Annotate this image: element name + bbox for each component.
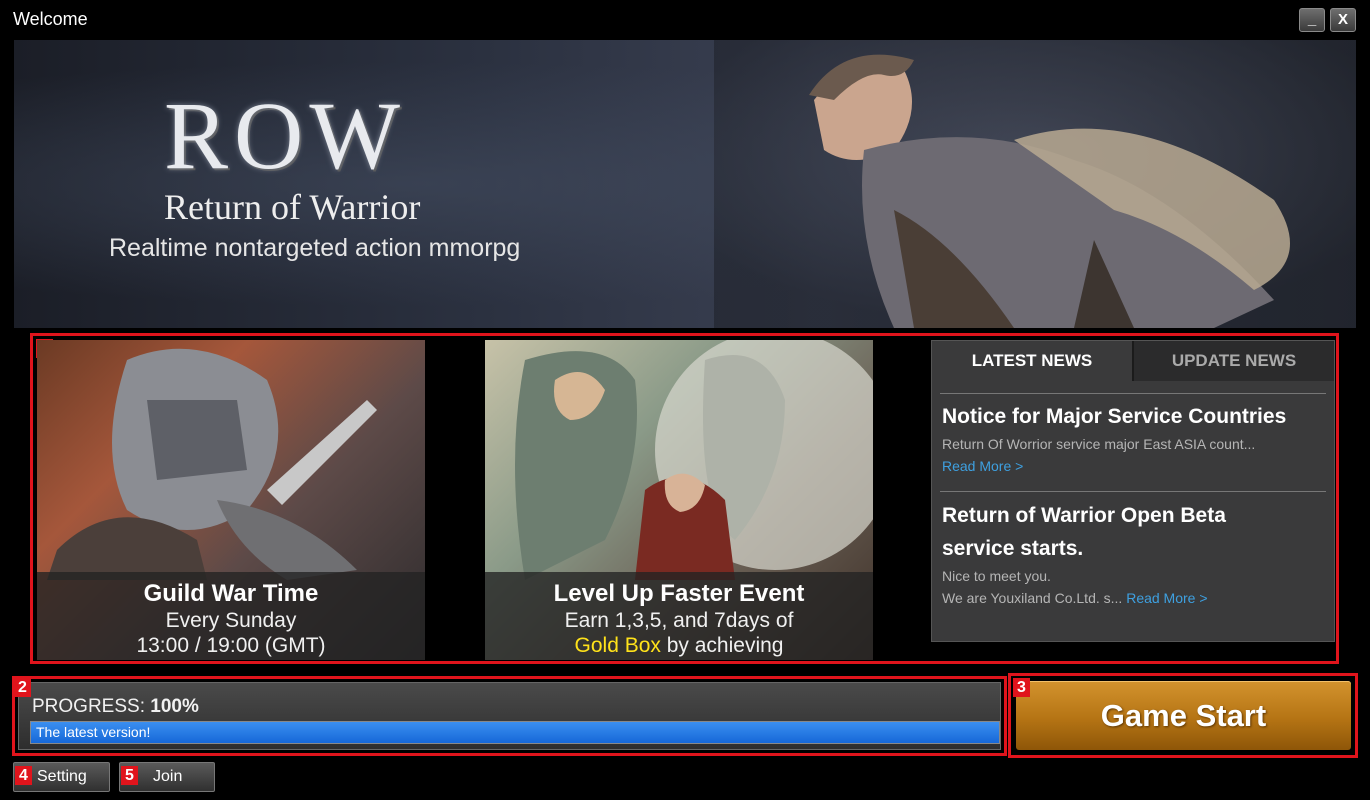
progress-label-text: PROGRESS:: [32, 696, 145, 717]
event-title: Guild War Time: [143, 580, 319, 607]
annotation-5: 5: [121, 766, 138, 785]
level-up-illustration: [515, 340, 873, 580]
progress-section: PROGRESS: 100% The latest version! 2: [12, 676, 1007, 756]
event-reward-text: by achieving: [660, 634, 784, 657]
progress-value: 100%: [150, 696, 199, 717]
events-news-section: 1 Guild War Time Every Sunday 13:00 / 19…: [30, 333, 1339, 664]
annotation-4: 4: [15, 766, 32, 785]
join-button[interactable]: 5 Join: [119, 762, 215, 792]
news-item-title[interactable]: Return of Warrior Open Beta: [942, 504, 1226, 528]
game-tagline: Realtime nontargeted action mmorpg: [109, 234, 521, 262]
read-more-link[interactable]: Read More >: [942, 458, 1023, 474]
event-title: Level Up Faster Event: [553, 580, 805, 607]
news-panel: LATEST NEWS UPDATE NEWS Notice for Major…: [931, 340, 1335, 642]
tab-latest-news[interactable]: LATEST NEWS: [932, 341, 1134, 381]
event-schedule-day: Every Sunday: [165, 609, 297, 632]
setting-button-label: Setting: [37, 768, 87, 785]
join-button-label: Join: [153, 768, 183, 785]
news-item-title-cont[interactable]: service starts.: [942, 537, 1083, 561]
warrior-character-illustration: [714, 40, 1356, 328]
event-schedule-time: 13:00 / 19:00 (GMT): [136, 634, 326, 657]
setting-button[interactable]: 4 Setting: [13, 762, 110, 792]
game-start-button[interactable]: Game Start: [1016, 681, 1351, 750]
annotation-3: 3: [1013, 678, 1030, 697]
progress-fill: [31, 722, 999, 743]
progress-status: The latest version!: [36, 724, 151, 740]
news-item-summary: Nice to meet you.: [942, 568, 1051, 584]
close-button[interactable]: X: [1330, 8, 1356, 32]
event-reward: Gold Box by achieving: [485, 633, 873, 658]
event-card-level-up[interactable]: Level Up Faster Event Earn 1,3,5, and 7d…: [485, 340, 873, 660]
game-start-section: Game Start 3: [1008, 673, 1358, 758]
tab-update-news[interactable]: UPDATE NEWS: [1134, 341, 1334, 381]
read-more-link[interactable]: Read More >: [1126, 590, 1207, 606]
event-caption: Guild War Time Every Sunday 13:00 / 19:0…: [37, 572, 425, 660]
game-banner: ROW Return of Warrior Realtime nontarget…: [14, 40, 1356, 328]
divider: [940, 393, 1326, 394]
news-item-company-text: We are Youxiland Co.Ltd. s...: [942, 590, 1123, 606]
gold-box-highlight: Gold Box: [574, 634, 661, 657]
window-title: Welcome: [13, 9, 88, 29]
event-caption: Level Up Faster Event Earn 1,3,5, and 7d…: [485, 572, 873, 660]
news-item-title[interactable]: Notice for Major Service Countries: [942, 405, 1286, 429]
progress-panel: PROGRESS: 100% The latest version!: [18, 682, 1001, 750]
game-subtitle: Return of Warrior: [164, 187, 421, 227]
game-logo: ROW: [164, 82, 406, 189]
news-tabs: LATEST NEWS UPDATE NEWS: [932, 341, 1334, 381]
minimize-button[interactable]: _: [1299, 8, 1325, 32]
guild-war-illustration: [47, 348, 377, 580]
news-item-summary-cont: We are Youxiland Co.Ltd. s... Read More …: [942, 590, 1208, 606]
divider: [940, 491, 1326, 492]
progress-label: PROGRESS: 100%: [32, 696, 199, 718]
progress-bar: The latest version!: [30, 721, 1000, 744]
title-bar: Welcome _ X: [0, 0, 1370, 38]
event-card-guild-war[interactable]: Guild War Time Every Sunday 13:00 / 19:0…: [37, 340, 425, 660]
news-item-summary: Return Of Worrior service major East ASI…: [942, 436, 1256, 452]
annotation-2: 2: [14, 678, 31, 697]
event-description: Earn 1,3,5, and 7days of: [564, 609, 794, 632]
